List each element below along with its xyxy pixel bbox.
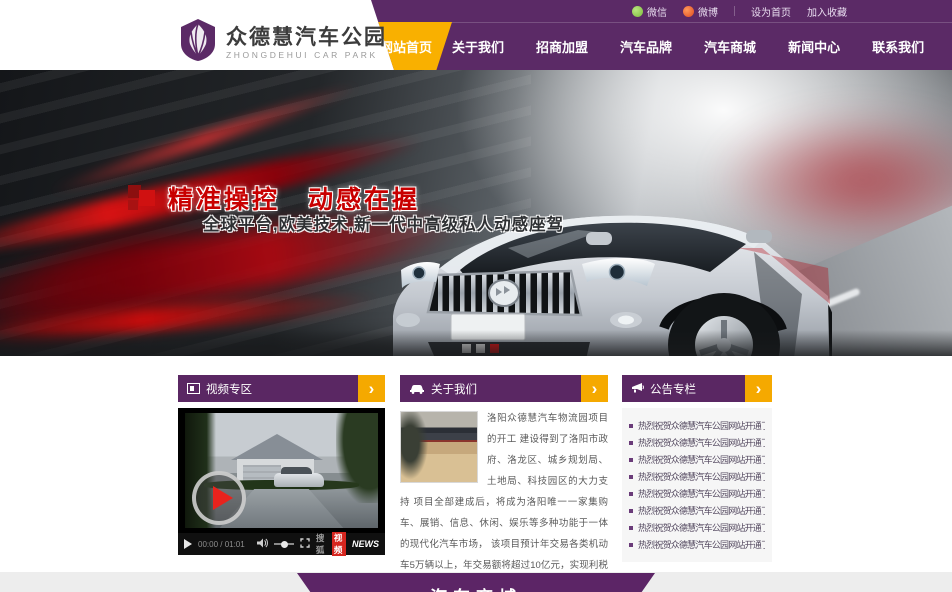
house-roof [231,434,323,460]
volume-icon[interactable] [257,535,268,553]
wechat-label: 微信 [647,4,667,19]
video-section-title: 视频专区 [206,381,252,397]
notice-item[interactable]: 热烈祝贺众德慧汽车公园网站开通了！ [629,417,765,434]
notice-section: 公告专栏 › 热烈祝贺众德慧汽车公园网站开通了！ 热烈祝贺众德慧汽车公园网站开通… [622,375,772,562]
notice-item[interactable]: 热烈祝贺众德慧汽车公园网站开通了！ [629,536,765,553]
nav-item-about[interactable]: 关于我们 [436,37,520,56]
about-photo [400,411,478,483]
banner-subtitle: 全球平台,欧美技术,新一代中高级私人动感座驾 [203,211,564,235]
about-section: 关于我们 › 洛阳众德慧汽车物流园项目的开工 建设得到了洛阳市政府、洛龙区、城乡… [400,375,608,592]
site-name-en: ZHONGDEHUI CAR PARK [226,50,387,60]
video-more-button[interactable]: › [358,375,385,402]
car-icon [409,383,425,394]
add-favorite-link[interactable]: 加入收藏 [807,4,847,19]
video-section-header: 视频专区 [178,375,358,402]
news-label: NEWS [352,539,379,549]
notice-list: 热烈祝贺众德慧汽车公园网站开通了！ 热烈祝贺众德慧汽车公园网站开通了！ 热烈祝贺… [622,408,772,562]
bullet-icon [629,526,633,530]
notice-item[interactable]: 热烈祝贺众德慧汽车公园网站开通了！ [629,502,765,519]
logo-emblem-icon [178,18,218,67]
megaphone-icon [631,383,644,394]
add-favorite-label: 加入收藏 [807,4,847,19]
sohu-logo: 搜狐 [316,532,326,556]
wechat-icon [632,6,643,17]
bullet-icon [629,475,633,479]
nav-item-join[interactable]: 招商加盟 [520,37,604,56]
top-purple-block: 微信 微博 设为首页 加入收藏 网站首页 关于我们 招商加盟 汽车品牌 汽车商城… [352,0,952,70]
bullet-icon [629,492,633,496]
weibo-label: 微博 [698,4,718,19]
topbar-divider [734,6,735,16]
notice-item[interactable]: 热烈祝贺众德慧汽车公园网站开通了！ [629,434,765,451]
bullet-icon [629,458,633,462]
nav-item-home-label: 网站首页 [380,37,432,56]
notice-item[interactable]: 热烈祝贺众德慧汽车公园网站开通了！ [629,468,765,485]
about-text-block: 洛阳众德慧汽车物流园项目的开工 建设得到了洛阳市政府、洛龙区、城乡规划局、土地局… [400,408,608,592]
banner-bottom-shade [0,330,952,356]
notice-item[interactable]: 热烈祝贺众德慧汽车公园网站开通了！ [629,485,765,502]
notice-item[interactable]: 热烈祝贺众德慧汽车公园网站开通了！ [629,451,765,468]
weibo-link[interactable]: 微博 [683,4,718,19]
bullet-icon [629,424,633,428]
bullet-icon [629,543,633,547]
main-nav: 关于我们 招商加盟 汽车品牌 汽车商城 新闻中心 联系我们 [436,22,940,70]
video-section: 视频专区 › 00:00 / 01:01 [178,375,385,555]
tree [336,413,378,503]
about-section-header: 关于我们 [400,375,581,402]
notice-more-button[interactable]: › [745,375,772,402]
video-player: 00:00 / 01:01 搜狐 视频 NEWS [178,408,385,555]
video-controls: 00:00 / 01:01 搜狐 视频 NEWS [178,533,385,555]
about-section-title: 关于我们 [431,381,477,397]
weibo-icon [683,6,694,17]
hero-banner: 精准操控 动感在握 全球平台,欧美技术,新一代中高级私人动感座驾 [0,70,952,356]
topbar: 微信 微博 设为首页 加入收藏 [632,0,847,22]
video-icon [187,383,200,394]
wechat-link[interactable]: 微信 [632,4,667,19]
red-squares-icon [128,184,158,212]
notice-section-header: 公告专栏 [622,375,745,402]
notice-item[interactable]: 热烈祝贺众德慧汽车公园网站开通了！ [629,519,765,536]
site-logo: 众德慧汽车公园 ZHONGDEHUI CAR PARK [178,18,387,67]
site-name: 众德慧汽车公园 [226,26,387,50]
thumbnail-car [274,473,324,487]
nav-item-contact[interactable]: 联系我们 [856,37,940,56]
fullscreen-icon[interactable] [300,535,310,553]
nav-item-brands[interactable]: 汽车品牌 [604,37,688,56]
footer-section-title: 汽车商城 [430,583,522,592]
bullet-icon [629,441,633,445]
set-home-label: 设为首页 [751,4,791,19]
sohu-video-badge: 视频 [332,532,346,556]
page: 微信 微博 设为首页 加入收藏 网站首页 关于我们 招商加盟 汽车品牌 汽车商城… [0,0,952,592]
about-more-button[interactable]: › [581,375,608,402]
nav-item-news[interactable]: 新闻中心 [772,37,856,56]
set-home-link[interactable]: 设为首页 [751,4,791,19]
bullet-icon [629,509,633,513]
video-time: 00:00 / 01:01 [198,540,245,549]
volume-slider[interactable] [274,543,294,545]
nav-item-mall[interactable]: 汽车商城 [688,37,772,56]
footer-section-ribbon: 汽车商城 [297,573,655,592]
play-button[interactable] [192,471,246,525]
player-play-icon[interactable] [184,539,192,549]
notice-section-title: 公告专栏 [650,381,696,397]
